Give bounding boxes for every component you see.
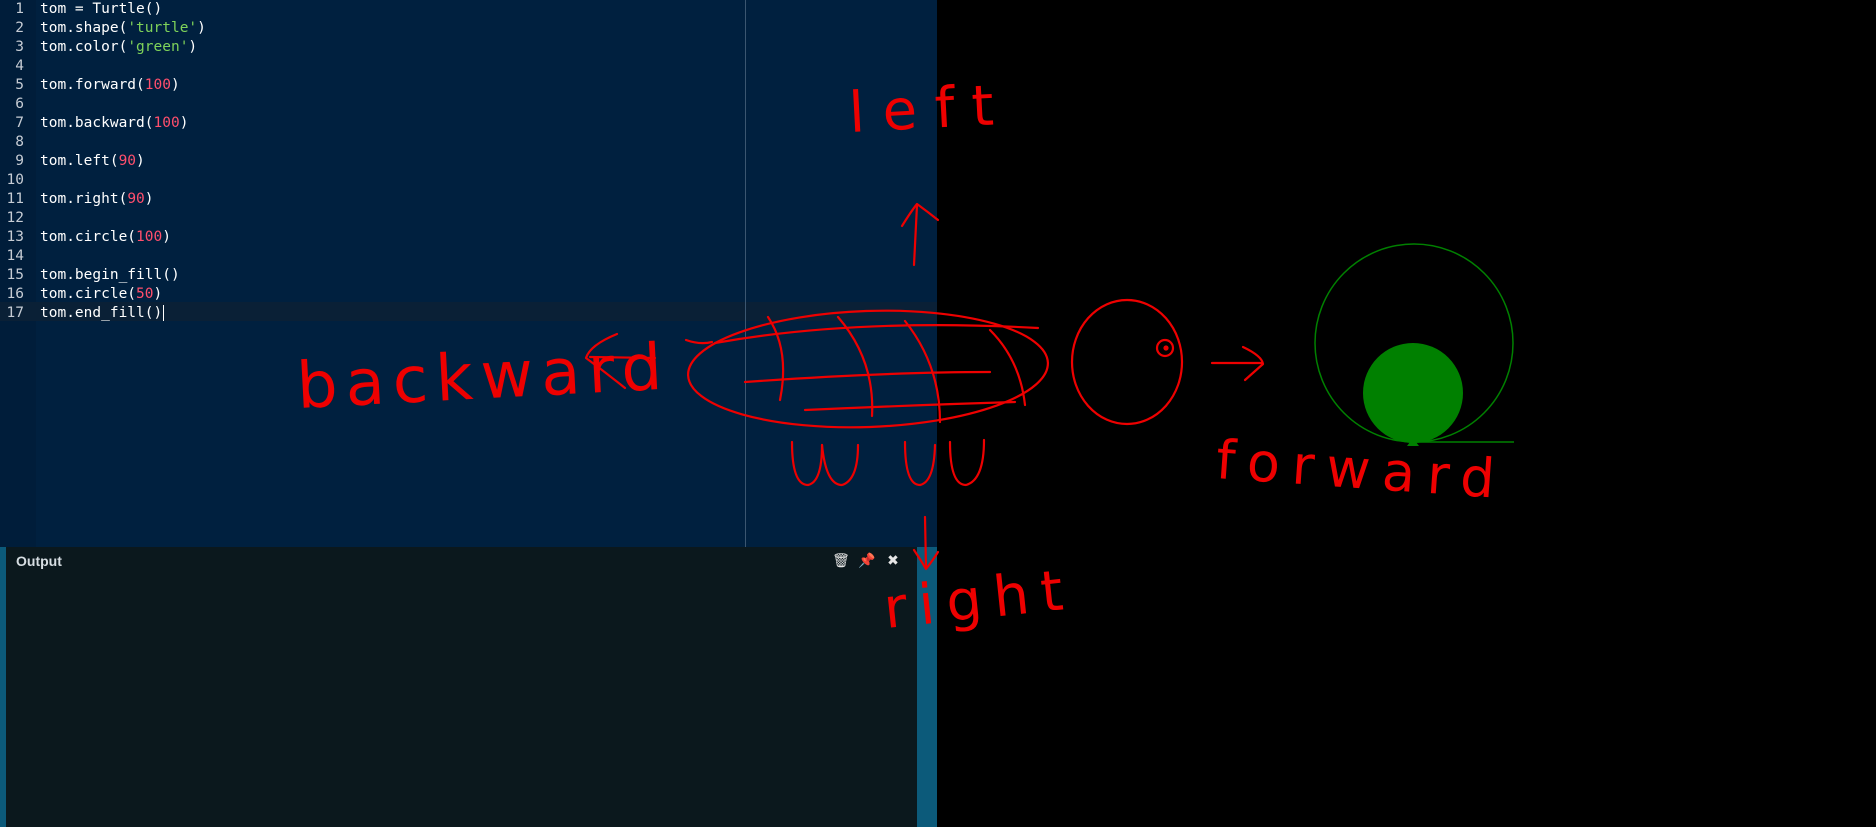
tail-drawing xyxy=(684,338,714,345)
right-label: right xyxy=(881,557,1078,642)
turtle-head-drawing xyxy=(1070,298,1184,426)
left-label: left xyxy=(847,73,1013,146)
turtle-leg xyxy=(790,440,824,487)
shell-line xyxy=(766,315,785,402)
shell-line xyxy=(713,324,1040,345)
forward-label: forward xyxy=(1214,428,1509,511)
turtle-pupil-drawing xyxy=(1163,345,1169,351)
left-arrow xyxy=(912,203,919,267)
app-window: 1 tom = Turtle() 2 tom.shape('turtle') 3 tom.… xyxy=(0,0,1876,827)
shell-line xyxy=(988,328,1027,407)
backward-label: backward xyxy=(295,331,672,424)
shell-line xyxy=(903,319,942,424)
turtle-shell-drawing xyxy=(686,309,1050,429)
left-arrowhead xyxy=(900,202,940,228)
right-arrow xyxy=(923,515,928,570)
turtle-leg xyxy=(948,438,986,487)
shell-line xyxy=(836,315,874,418)
turtle-leg xyxy=(903,440,937,487)
turtle-leg xyxy=(820,443,860,487)
hand-drawn-annotations: backward forward left right xyxy=(295,73,1509,642)
